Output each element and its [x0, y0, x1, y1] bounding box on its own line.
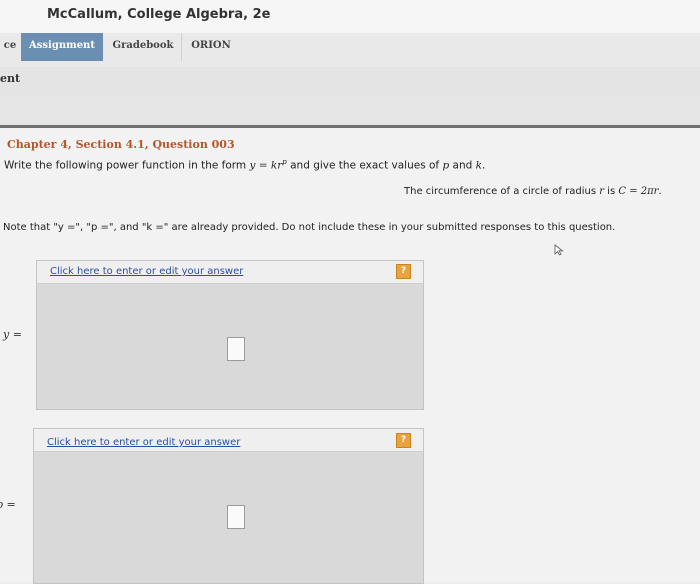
help-icon[interactable]: ? — [396, 433, 411, 448]
sub-header: ent — [0, 67, 700, 97]
tab-assignment[interactable]: Assignment — [21, 33, 103, 61]
question-title: Chapter 4, Section 4.1, Question 003 — [7, 138, 235, 151]
circ-text: The circumference of a circle of radius — [404, 186, 600, 197]
question-instruction: Write the following power function in th… — [4, 158, 485, 172]
tab-orion[interactable]: ORION — [183, 33, 239, 61]
edit-answer-link[interactable]: Click here to enter or edit your answer — [47, 437, 240, 448]
sub-header-label: ent — [0, 72, 21, 85]
variable-label-p: p = — [0, 498, 16, 511]
instruction-text-mid: and give the exact values of — [286, 159, 443, 172]
answer-panel-header: Click here to enter or edit your answer … — [34, 429, 423, 452]
answer-input-y[interactable] — [227, 337, 245, 361]
answer-panel-y: Click here to enter or edit your answer … — [36, 260, 424, 410]
answer-panel-header: Click here to enter or edit your answer … — [37, 261, 423, 284]
circ-formula: C = 2πr — [618, 186, 659, 197]
tab-partial[interactable]: ce — [0, 33, 20, 61]
question-content: Chapter 4, Section 4.1, Question 003 Wri… — [0, 128, 700, 584]
circumference-statement: The circumference of a circle of radius … — [404, 186, 662, 197]
tab-bar: ce Assignment Gradebook ORION — [0, 33, 700, 68]
tab-gradebook[interactable]: Gradebook — [105, 33, 182, 61]
course-title: McCallum, College Algebra, 2e — [47, 7, 271, 22]
mouse-cursor-icon — [554, 244, 564, 256]
variable-label-y: y = — [3, 328, 22, 341]
answer-panel-p: Click here to enter or edit your answer … — [33, 428, 424, 584]
instruction-and: and — [449, 159, 476, 172]
top-bar: McCallum, College Algebra, 2e — [0, 0, 700, 33]
circ-end: . — [658, 186, 662, 197]
instruction-end: . — [482, 159, 486, 172]
help-icon[interactable]: ? — [396, 264, 411, 279]
edit-answer-link[interactable]: Click here to enter or edit your answer — [50, 266, 243, 277]
instruction-text: Write the following power function in th… — [4, 159, 250, 172]
header-spacer — [0, 97, 700, 125]
circ-is: is — [604, 186, 619, 197]
note-text: Note that "y =", "p =", and "k =" are al… — [3, 222, 616, 233]
instruction-formula: y = kr — [249, 159, 283, 172]
answer-input-p[interactable] — [227, 505, 245, 529]
